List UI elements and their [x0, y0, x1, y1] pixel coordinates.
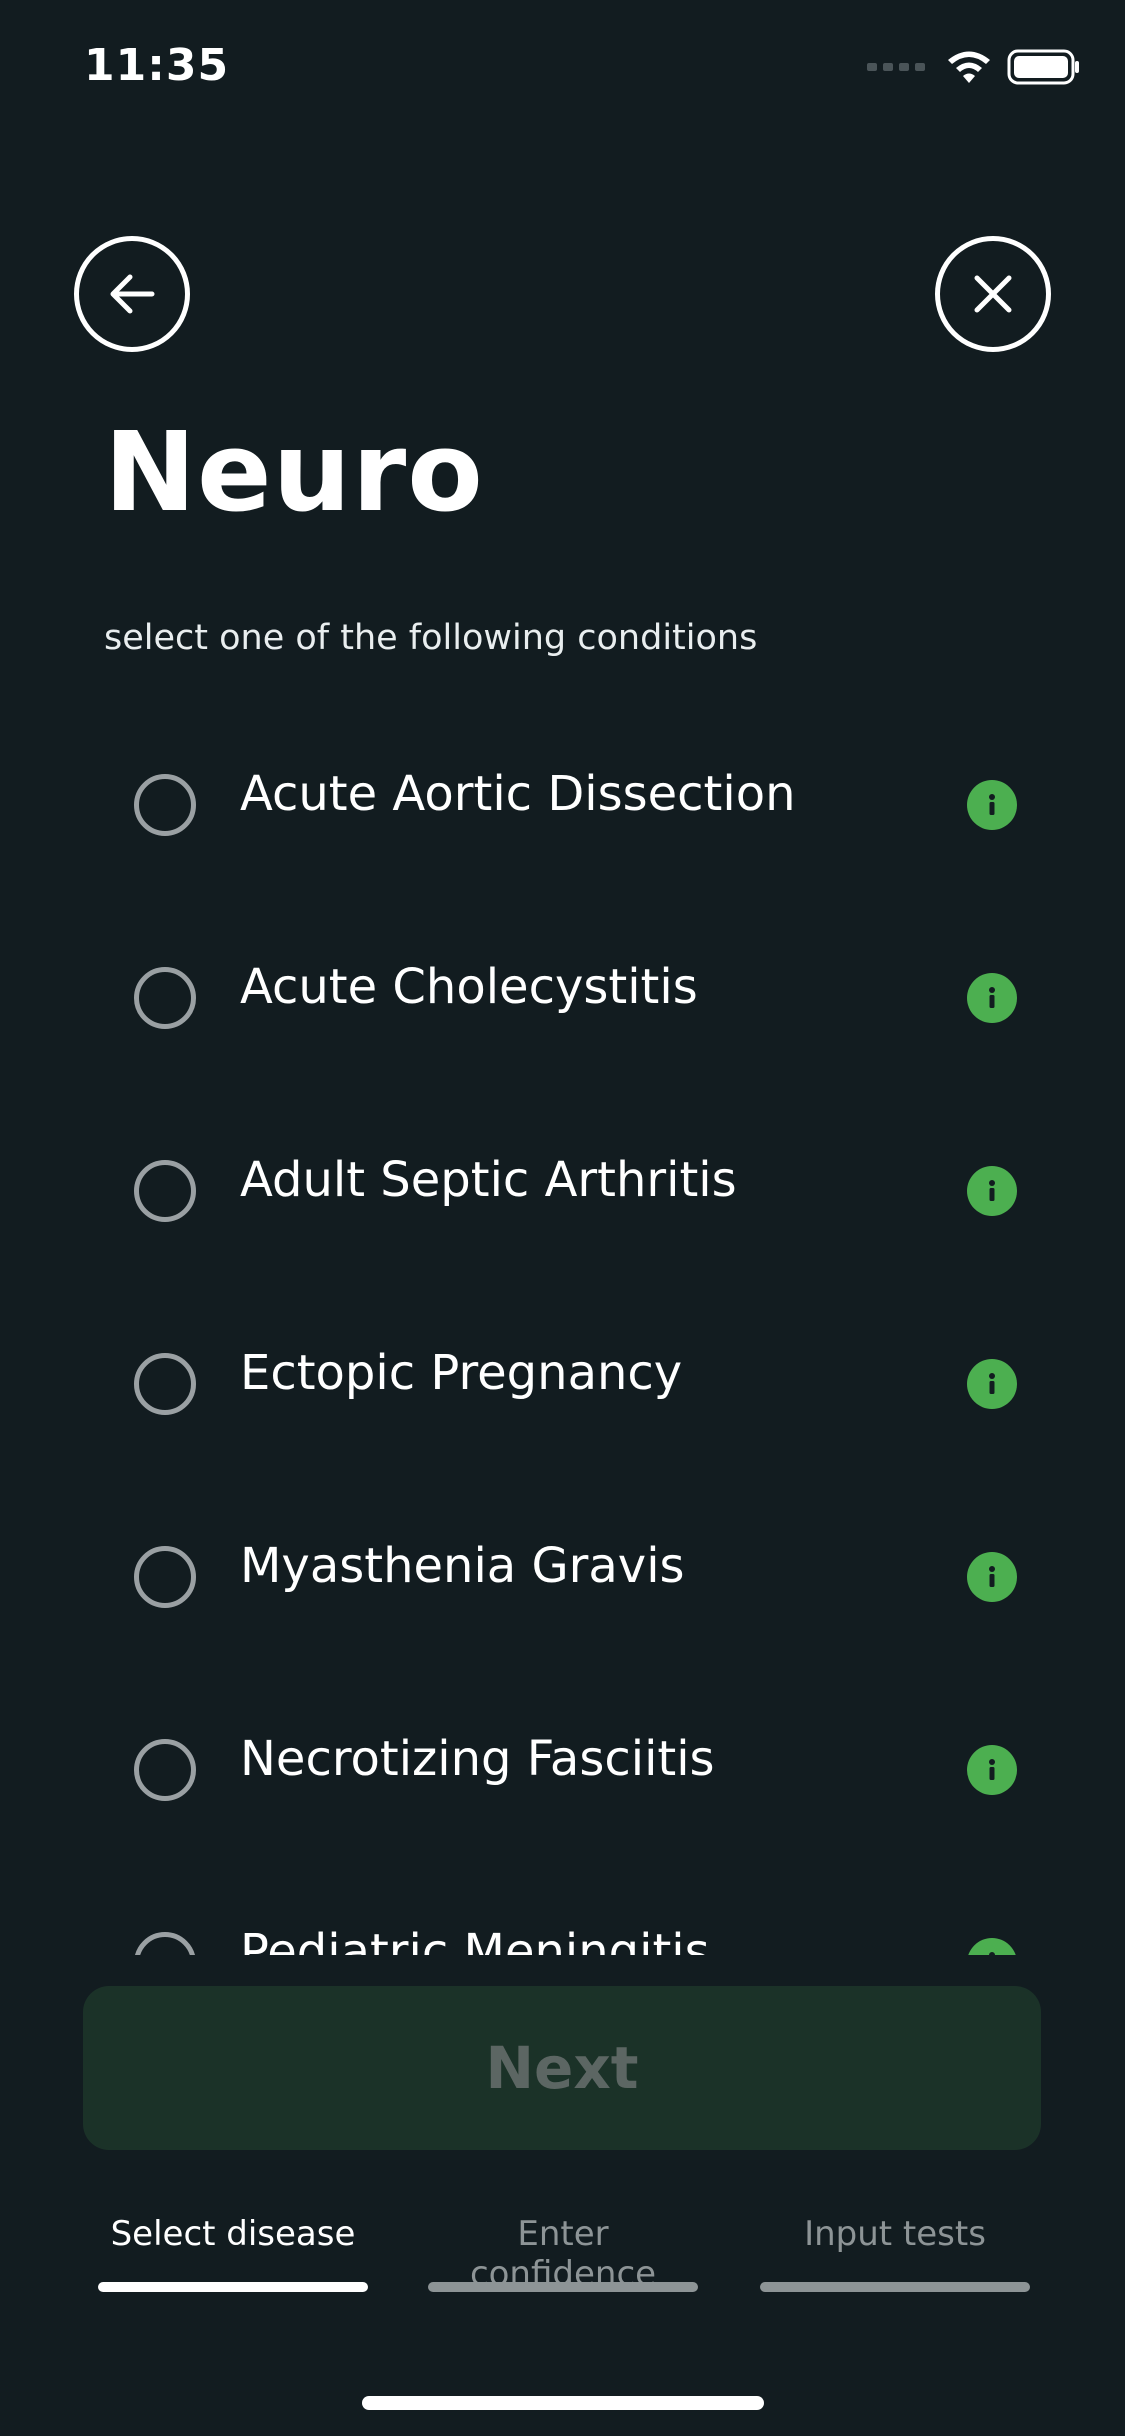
screen: 11:35 Neuro select one of the following …: [0, 0, 1125, 2436]
step-input-tests[interactable]: Input tests: [760, 2214, 1030, 2254]
list-item[interactable]: Acute Cholecystitis: [0, 913, 1125, 1053]
page-subtitle: select one of the following conditions: [104, 618, 758, 658]
radio-button[interactable]: [134, 774, 196, 836]
radio-button[interactable]: [134, 1932, 196, 1955]
next-button[interactable]: Next: [83, 1986, 1041, 2150]
step-select-disease[interactable]: Select disease: [98, 2214, 368, 2254]
status-icons: [867, 48, 1081, 86]
info-button[interactable]: [967, 1166, 1017, 1216]
condition-label: Acute Cholecystitis: [240, 959, 698, 1015]
info-button[interactable]: [967, 1745, 1017, 1795]
info-icon: [989, 1373, 995, 1394]
signal-icon: [867, 63, 925, 71]
list-item[interactable]: Pediatric Meningitis: [0, 1878, 1125, 1955]
close-button[interactable]: [935, 236, 1051, 352]
list-item[interactable]: Adult Septic Arthritis: [0, 1106, 1125, 1246]
step-indicator: [428, 2282, 698, 2292]
condition-label: Adult Septic Arthritis: [240, 1152, 737, 1208]
home-indicator: [362, 2396, 764, 2410]
condition-label: Myasthenia Gravis: [240, 1538, 685, 1594]
close-icon: [974, 275, 1012, 313]
wifi-icon: [948, 51, 990, 83]
radio-button[interactable]: [134, 1353, 196, 1415]
radio-button[interactable]: [134, 1546, 196, 1608]
condition-label: Ectopic Pregnancy: [240, 1345, 683, 1401]
condition-list[interactable]: Acute Aortic Dissection Acute Cholecysti…: [0, 720, 1125, 1955]
info-button[interactable]: [967, 780, 1017, 830]
back-button[interactable]: [74, 236, 190, 352]
condition-label: Necrotizing Fasciitis: [240, 1731, 715, 1787]
radio-button[interactable]: [134, 1160, 196, 1222]
list-item[interactable]: Myasthenia Gravis: [0, 1492, 1125, 1632]
condition-label: Pediatric Meningitis: [240, 1924, 710, 1955]
page-title: Neuro: [104, 408, 484, 536]
arrow-left-icon: [110, 274, 155, 314]
info-icon: [989, 987, 995, 1008]
status-time: 11:35: [84, 40, 230, 91]
info-icon: [989, 1759, 995, 1780]
info-button[interactable]: [967, 1938, 1017, 1955]
battery-icon: [1007, 49, 1079, 85]
info-button[interactable]: [967, 1359, 1017, 1409]
info-icon: [989, 794, 995, 815]
radio-button[interactable]: [134, 1739, 196, 1801]
step-indicator-active: [98, 2282, 368, 2292]
condition-label: Acute Aortic Dissection: [240, 766, 796, 822]
list-item[interactable]: Ectopic Pregnancy: [0, 1299, 1125, 1439]
list-item[interactable]: Necrotizing Fasciitis: [0, 1685, 1125, 1825]
info-button[interactable]: [967, 1552, 1017, 1602]
info-button[interactable]: [967, 973, 1017, 1023]
info-icon: [989, 1180, 995, 1201]
list-item[interactable]: Acute Aortic Dissection: [0, 720, 1125, 860]
info-icon: [989, 1952, 995, 1955]
info-icon: [989, 1566, 995, 1587]
radio-button[interactable]: [134, 967, 196, 1029]
step-indicator: [760, 2282, 1030, 2292]
